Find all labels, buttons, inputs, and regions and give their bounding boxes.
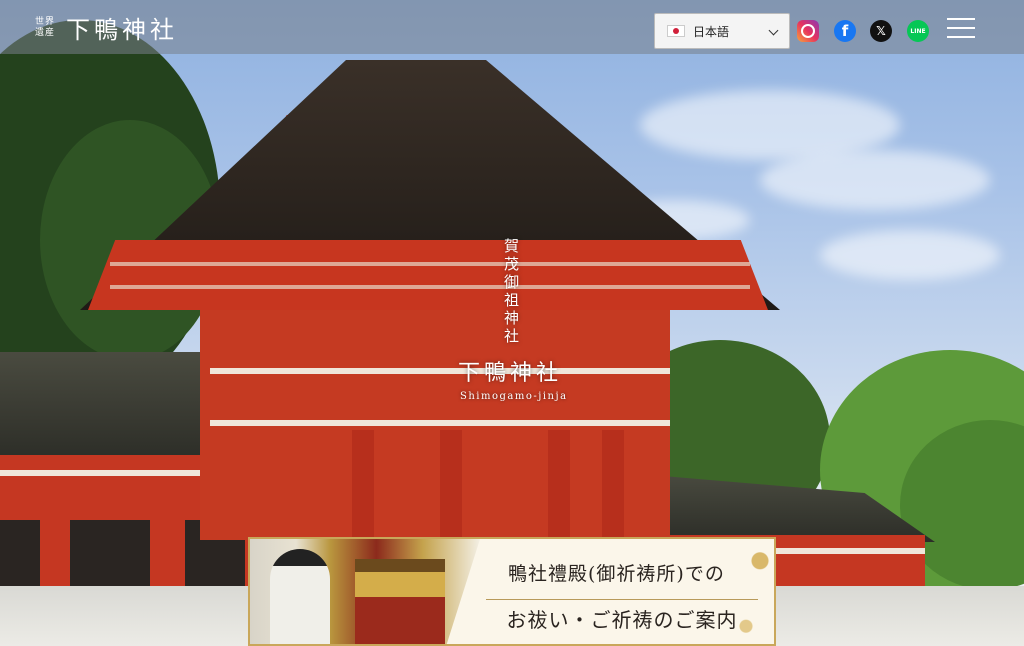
instagram-icon[interactable]: [797, 20, 819, 42]
priest-image: [270, 549, 330, 644]
hamburger-menu-icon[interactable]: [947, 18, 975, 38]
line-icon[interactable]: LINE: [907, 20, 929, 42]
x-icon[interactable]: 𝕏: [870, 20, 892, 42]
banner-photo: [250, 539, 480, 644]
badge-line-2: 遺産: [34, 27, 55, 38]
banner-subheading: お祓い・ご祈祷のご案内: [486, 599, 758, 637]
site-header: 世界 遺産 下鴨神社 日本語 f 𝕏 LINE: [0, 0, 1024, 54]
language-select[interactable]: 日本語: [654, 13, 790, 49]
badge-line-1: 世界: [34, 16, 55, 27]
japan-flag-icon: [667, 25, 685, 37]
facebook-icon[interactable]: f: [834, 20, 856, 42]
world-heritage-badge: 世界 遺産: [28, 17, 62, 39]
logo-name: 下鴨神社: [66, 16, 178, 44]
shrine-formal-name: 賀茂御祖神社: [502, 238, 520, 346]
shrine-romanized-name: Shimogamo-jinja: [460, 391, 568, 402]
banner-heading: 鴨社禮殿(御祈祷所)での: [508, 563, 725, 585]
altar-image: [355, 559, 445, 644]
shrine-title: 下鴨神社: [458, 361, 563, 386]
prayer-guide-banner[interactable]: 鴨社禮殿(御祈祷所)での お祓い・ご祈祷のご案内: [248, 537, 776, 646]
chevron-down-icon: [768, 25, 779, 36]
site-logo[interactable]: 世界 遺産 下鴨神社: [28, 10, 178, 45]
language-selected-label: 日本語: [693, 24, 730, 39]
